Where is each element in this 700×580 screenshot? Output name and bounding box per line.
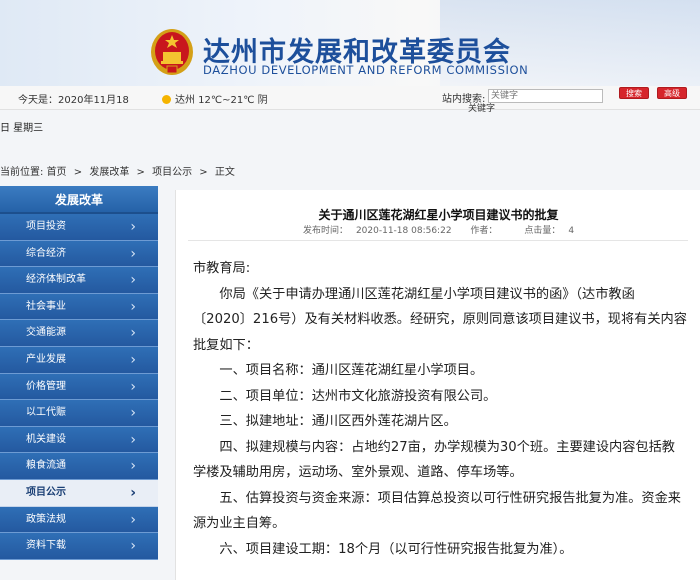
sidebar-item-label: 资料下载 bbox=[26, 540, 66, 552]
sidebar-item-transport-energy[interactable]: 交通能源 › bbox=[0, 320, 158, 347]
author-label: 作者： bbox=[470, 226, 498, 236]
info-bar: 今天是：2020年11月18 达州 12℃~21℃ 阴 站内搜索: bbox=[0, 86, 700, 110]
breadcrumb-home[interactable]: 首页 bbox=[47, 167, 67, 178]
chevron-right-icon: › bbox=[130, 245, 136, 262]
advanced-search-button[interactable]: 高级 bbox=[657, 87, 687, 99]
weather-info: 达州 12℃~21℃ 阴 bbox=[162, 91, 268, 106]
chevron-right-icon: › bbox=[130, 351, 136, 368]
breadcrumb-project-notice[interactable]: 项目公示 bbox=[152, 167, 192, 178]
search-input[interactable] bbox=[488, 89, 603, 103]
list-item: 五、估算投资与资金来源：项目估算总投资以可行性研究报告批复为准。资金来源为业主自… bbox=[193, 490, 681, 532]
sidebar-item-industry[interactable]: 产业发展 › bbox=[0, 346, 158, 374]
sidebar-item-social-affairs[interactable]: 社会事业 › bbox=[0, 293, 158, 321]
sidebar-item-policies[interactable]: 政策法规 › bbox=[0, 506, 158, 534]
sidebar-item-label: 社会事业 bbox=[26, 300, 66, 312]
chevron-right-icon: › bbox=[130, 458, 136, 475]
breadcrumb-development-reform[interactable]: 发展改革 bbox=[89, 167, 129, 178]
sidebar-item-label: 粮食流通 bbox=[26, 460, 66, 472]
sidebar-item-project-notice[interactable]: 项目公示 › bbox=[0, 479, 158, 507]
paragraph: 你局《关于申请办理通川区莲花湖红星小学项目建议书的函》（达市教函〔2020〕21… bbox=[193, 286, 687, 353]
salutation: 市教育局: bbox=[193, 261, 251, 276]
chevron-right-icon: › bbox=[130, 378, 136, 395]
list-item: 三、拟建地址：通川区西外莲花湖片区。 bbox=[219, 414, 457, 429]
sidebar-item-label: 综合经济 bbox=[26, 247, 66, 259]
views-count: 4 bbox=[568, 226, 575, 236]
list-item: 六、项目建设工期：18个月（以可行性研究报告批复为准）。 bbox=[219, 541, 573, 557]
breadcrumb-separator: > bbox=[73, 167, 83, 178]
list-item: 二、项目单位：达州市文化旅游投资有限公司。 bbox=[219, 388, 497, 404]
sidebar-item-project-investment[interactable]: 项目投资 › bbox=[0, 214, 158, 241]
sidebar-nav: 发展改革 项目投资 › 综合经济 › 经济体制改革 › 社会事业 › 交通能源 › 产业发… bbox=[0, 186, 158, 580]
sidebar-item-comprehensive-economy[interactable]: 综合经济 › bbox=[0, 240, 158, 268]
published-date: 2020-11-18 08:56:22 bbox=[355, 226, 452, 236]
chevron-right-icon: › bbox=[130, 484, 136, 501]
sidebar-item-label: 以工代赈 bbox=[26, 407, 66, 419]
sidebar-item-label: 政策法规 bbox=[26, 513, 66, 525]
breadcrumb-separator: > bbox=[199, 167, 208, 178]
chevron-right-icon: › bbox=[130, 325, 136, 342]
sidebar-item-agency-building[interactable]: 机关建设 › bbox=[0, 426, 158, 454]
chevron-right-icon: › bbox=[130, 538, 136, 555]
sidebar-item-label: 机关建设 bbox=[26, 433, 66, 445]
list-item: 四、拟建规模与内容：占地约27亩，办学规模为30个班。主要建设内容包括教学楼及辅… bbox=[193, 439, 675, 481]
article-meta: 发布时间： 2020-11-18 08:56:22 作者： 点击量： 4 bbox=[176, 223, 700, 236]
views-label: 点击量： bbox=[524, 226, 561, 236]
article-title: 关于通川区莲花湖红星小学项目建议书的批复 bbox=[318, 208, 559, 222]
national-emblem-icon bbox=[151, 29, 193, 75]
site-subtitle: DAZHOU DEVELOPMENT AND REFORM COMMISSION bbox=[203, 63, 529, 77]
breadcrumb-separator: > bbox=[136, 167, 145, 178]
divider bbox=[188, 240, 688, 241]
chevron-right-icon: › bbox=[130, 405, 136, 422]
published-label: 发布时间： bbox=[302, 226, 348, 236]
weather-text: 达州 12℃~21℃ 阴 bbox=[175, 95, 268, 106]
sidebar-item-label: 项目投资 bbox=[26, 221, 66, 232]
sidebar-item-label: 产业发展 bbox=[26, 353, 66, 365]
sidebar-item-label: 经济体制改革 bbox=[26, 274, 86, 286]
sidebar-item-label: 交通能源 bbox=[26, 327, 66, 339]
sidebar-item-label: 项目公示 bbox=[26, 486, 66, 498]
article-panel: 关于通川区莲花湖红星小学项目建议书的批复 发布时间： 2020-11-18 08:… bbox=[175, 190, 700, 580]
chevron-right-icon: › bbox=[130, 511, 136, 528]
sidebar-item-price-management[interactable]: 价格管理 › bbox=[0, 373, 158, 401]
chevron-right-icon: › bbox=[130, 219, 136, 235]
article-body: 市教育局: 你局《关于申请办理通川区莲花湖红星小学项目建议书的函》（达市教函〔2… bbox=[193, 256, 688, 562]
breadcrumb: 当前位置: 首页 > 发展改革 > 项目公示 > 正文 bbox=[0, 163, 235, 178]
header-banner: 达州市发展和改革委员会 DAZHOU DEVELOPMENT AND REFOR… bbox=[0, 0, 700, 86]
search-hint: 关键字 bbox=[468, 104, 496, 114]
date-text: 今天是：2020年11月18 bbox=[18, 95, 129, 106]
chevron-right-icon: › bbox=[130, 298, 136, 315]
chevron-right-icon: › bbox=[130, 272, 136, 289]
weekday-text: 日 星期三 bbox=[0, 123, 44, 134]
sidebar-heading: 发展改革 bbox=[0, 186, 158, 214]
breadcrumb-label: 当前位置: bbox=[0, 167, 44, 178]
chevron-right-icon: › bbox=[130, 431, 136, 448]
sidebar-item-grain-circulation[interactable]: 粮食流通 › bbox=[0, 453, 158, 480]
sun-icon bbox=[162, 95, 171, 104]
sidebar-item-work-relief[interactable]: 以工代赈 › bbox=[0, 400, 158, 427]
breadcrumb-current: 正文 bbox=[214, 167, 235, 178]
sidebar-item-economic-reform[interactable]: 经济体制改革 › bbox=[0, 267, 158, 294]
sidebar-item-label: 价格管理 bbox=[26, 380, 66, 392]
list-item: 一、项目名称：通川区莲花湖红星小学项目。 bbox=[219, 363, 484, 378]
search-button[interactable]: 搜索 bbox=[619, 87, 649, 99]
sidebar-item-downloads[interactable]: 资料下载 › bbox=[0, 533, 158, 560]
